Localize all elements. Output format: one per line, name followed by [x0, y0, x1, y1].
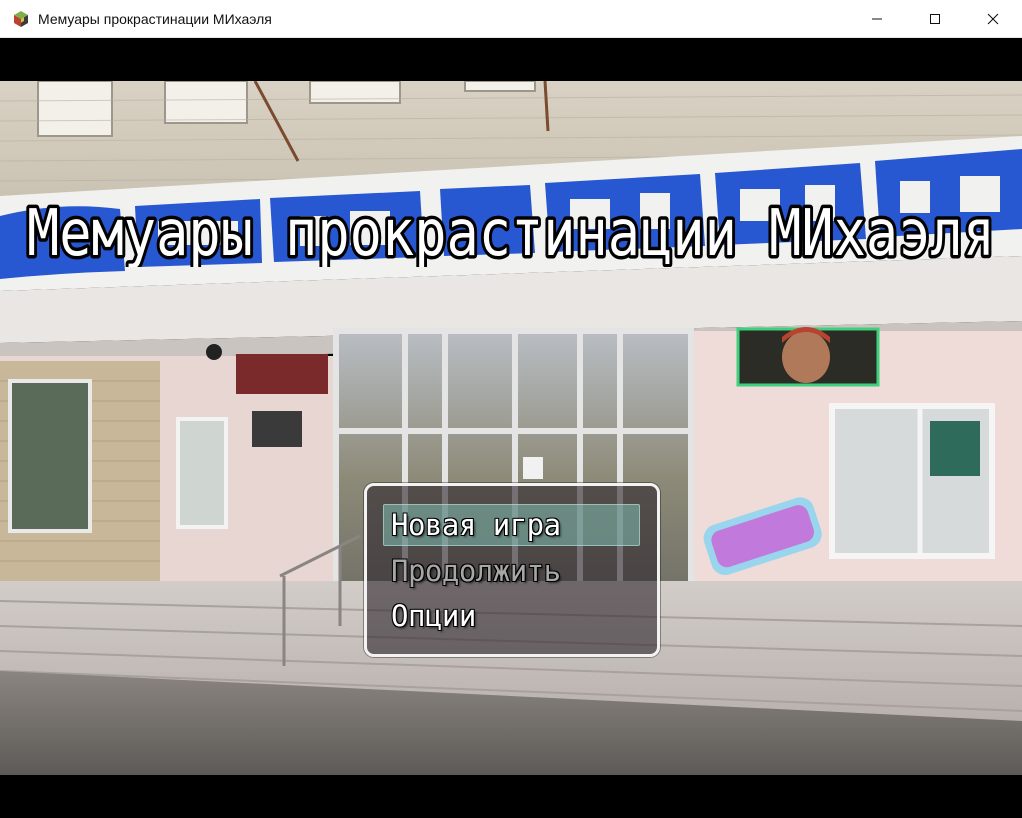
title-background [0, 81, 1022, 775]
menu-item-options[interactable]: Опции [391, 596, 476, 636]
game-viewport[interactable] [0, 38, 1022, 818]
letterbox-top [0, 38, 1022, 81]
letterbox-bottom [0, 775, 1022, 818]
close-button[interactable] [964, 0, 1022, 37]
game-title-text: Мемуары прокрастинации МИхаэля [27, 197, 995, 267]
window-title: Мемуары прокрастинации МИхаэля [38, 11, 272, 27]
maximize-icon [930, 13, 940, 24]
game-title: Мемуары прокрастинации МИхаэля [0, 187, 1022, 275]
rpg-maker-cube-icon [12, 10, 30, 28]
window-title-bar[interactable]: Мемуары прокрастинации МИхаэля [0, 0, 1022, 38]
maximize-button[interactable] [906, 0, 964, 37]
minimize-button[interactable] [848, 0, 906, 37]
menu-item-continue[interactable]: Продолжить [391, 551, 561, 591]
close-icon [987, 13, 999, 24]
minimize-icon [872, 18, 882, 19]
menu-item-new-game[interactable]: Новая игра [391, 505, 561, 545]
